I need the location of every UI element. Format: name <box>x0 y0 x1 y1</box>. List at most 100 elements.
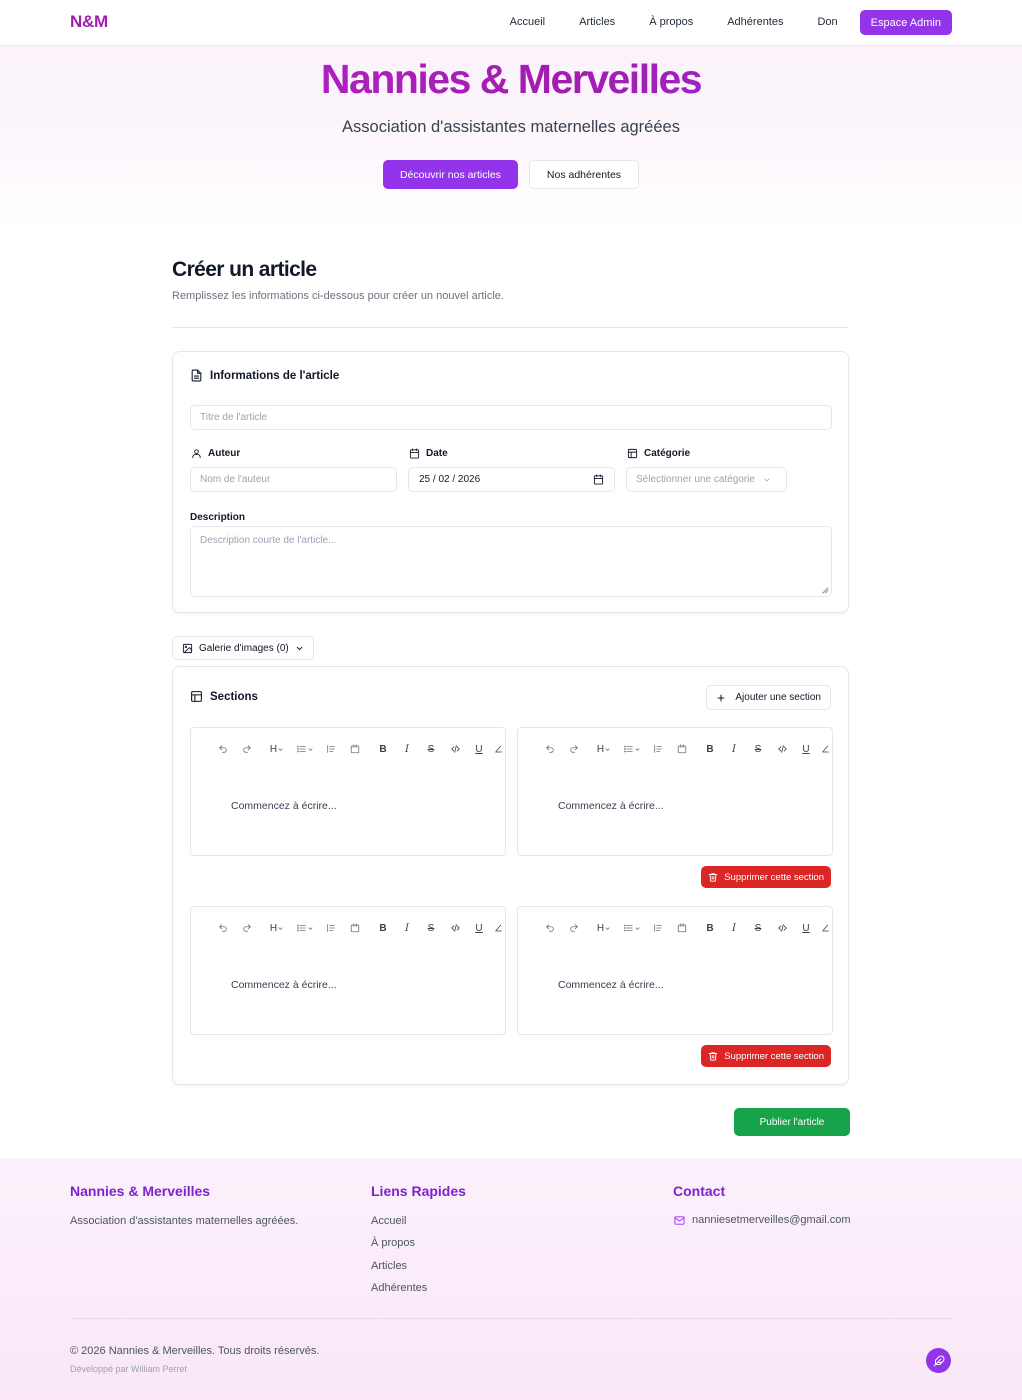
nav-link-articles[interactable]: Articles <box>579 10 615 35</box>
blockquote-icon[interactable] <box>646 742 670 756</box>
underline-button[interactable]: U <box>794 742 818 756</box>
floating-action-button[interactable] <box>926 1348 951 1373</box>
section-editor[interactable]: H B I S U Commencez à écrire... <box>517 906 833 1035</box>
description-placeholder: Description courte de l'article... <box>200 535 337 546</box>
date-label: Date <box>409 448 448 459</box>
title-input-placeholder: Titre de l'article <box>200 412 268 423</box>
italic-button[interactable]: I <box>395 742 419 756</box>
footer-email-link[interactable]: nanniesetmerveilles@gmail.com <box>673 1214 851 1226</box>
strike-button[interactable]: S <box>419 921 443 935</box>
undo-icon[interactable] <box>211 742 235 756</box>
list-dropdown-icon[interactable] <box>618 921 646 935</box>
code-icon[interactable] <box>443 742 467 756</box>
delete-section-button[interactable]: Supprimer cette section <box>701 1045 831 1067</box>
footer-contact-title: Contact <box>673 1183 726 1199</box>
author-input[interactable]: Nom de l'auteur <box>190 467 397 492</box>
author-label-text: Auteur <box>208 448 241 459</box>
description-textarea[interactable]: Description courte de l'article... <box>190 526 832 597</box>
divider <box>172 327 849 328</box>
article-info-heading: Informations de l'article <box>190 369 339 382</box>
footer-copyright: © 2026 Nannies & Merveilles. Tous droits… <box>70 1345 320 1357</box>
heading-dropdown[interactable]: H <box>590 742 618 756</box>
feather-icon <box>933 1355 945 1367</box>
nav-link-a-propos[interactable]: À propos <box>649 10 693 35</box>
list-dropdown-icon[interactable] <box>291 742 319 756</box>
highlighter-icon[interactable] <box>818 742 832 756</box>
bold-button[interactable]: B <box>698 921 722 935</box>
code-icon[interactable] <box>443 921 467 935</box>
nav-link-adherentes[interactable]: Adhérentes <box>727 10 783 35</box>
underline-button[interactable]: U <box>794 921 818 935</box>
highlighter-icon[interactable] <box>491 921 505 935</box>
page-title: Créer un article <box>172 258 317 281</box>
list-dropdown-icon[interactable] <box>618 742 646 756</box>
bold-button[interactable]: B <box>371 742 395 756</box>
section-editor[interactable]: H B I S U Commencez à écrire... <box>190 906 506 1035</box>
footer-divider <box>70 1318 952 1319</box>
heading-dropdown[interactable]: H <box>590 921 618 935</box>
delete-section-button[interactable]: Supprimer cette section <box>701 866 831 888</box>
heading-dropdown[interactable]: H <box>263 921 291 935</box>
section-editor[interactable]: H B I S U Commencez à écrire... <box>190 727 506 856</box>
gallery-label: Galerie d'images (0) <box>199 642 289 654</box>
gallery-toggle[interactable]: Galerie d'images (0) <box>172 636 314 660</box>
editor-placeholder: Commencez à écrire... <box>558 979 664 991</box>
italic-button[interactable]: I <box>722 921 746 935</box>
footer-link-accueil[interactable]: Accueil <box>371 1215 406 1227</box>
hero-section: Nannies & Merveilles Association d'assis… <box>0 46 1022 226</box>
underline-button[interactable]: U <box>467 742 491 756</box>
nav-link-don[interactable]: Don <box>817 10 837 35</box>
footer-brand-title: Nannies & Merveilles <box>70 1183 211 1199</box>
title-input[interactable]: Titre de l'article <box>190 405 832 430</box>
blockquote-icon[interactable] <box>319 742 343 756</box>
redo-icon[interactable] <box>235 742 259 756</box>
footer-link-articles[interactable]: Articles <box>371 1260 407 1272</box>
code-block-icon[interactable] <box>343 742 367 756</box>
calendar-picker-icon[interactable] <box>593 474 604 485</box>
section-editor[interactable]: H B I S U Commencez à écrire... <box>517 727 833 856</box>
strike-button[interactable]: S <box>419 742 443 756</box>
heading-dropdown[interactable]: H <box>263 742 291 756</box>
plus-icon <box>716 693 726 703</box>
blockquote-icon[interactable] <box>646 921 670 935</box>
code-icon[interactable] <box>770 742 794 756</box>
logo[interactable]: N&M <box>70 12 108 32</box>
undo-icon[interactable] <box>538 921 562 935</box>
highlighter-icon[interactable] <box>491 742 505 756</box>
footer-link-adherentes[interactable]: Adhérentes <box>371 1282 427 1294</box>
category-select[interactable]: Sélectionner une catégorie <box>626 467 787 492</box>
underline-button[interactable]: U <box>467 921 491 935</box>
nav-link-accueil[interactable]: Accueil <box>510 10 545 35</box>
footer: Nannies & Merveilles Association d'assis… <box>0 1158 1022 1400</box>
code-block-icon[interactable] <box>343 921 367 935</box>
chevron-down-icon <box>295 644 304 653</box>
blockquote-icon[interactable] <box>319 921 343 935</box>
highlighter-icon[interactable] <box>818 921 832 935</box>
undo-icon[interactable] <box>538 742 562 756</box>
strike-button[interactable]: S <box>746 742 770 756</box>
italic-button[interactable]: I <box>722 742 746 756</box>
resize-handle-icon[interactable] <box>821 586 829 594</box>
bold-button[interactable]: B <box>698 742 722 756</box>
bold-button[interactable]: B <box>371 921 395 935</box>
members-button[interactable]: Nos adhérentes <box>528 160 640 189</box>
undo-icon[interactable] <box>211 921 235 935</box>
discover-articles-button[interactable]: Découvrir nos articles <box>382 160 518 189</box>
code-block-icon[interactable] <box>670 921 694 935</box>
list-dropdown-icon[interactable] <box>291 921 319 935</box>
redo-icon[interactable] <box>562 742 586 756</box>
hero-buttons: Découvrir nos articles Nos adhérentes <box>0 160 1022 189</box>
admin-button[interactable]: Espace Admin <box>859 10 952 35</box>
redo-icon[interactable] <box>235 921 259 935</box>
italic-button[interactable]: I <box>395 921 419 935</box>
code-block-icon[interactable] <box>670 742 694 756</box>
page-subtitle: Remplissez les informations ci-dessous p… <box>172 290 504 302</box>
strike-button[interactable]: S <box>746 921 770 935</box>
date-input[interactable]: 25 / 02 / 2026 <box>408 467 615 492</box>
publish-article-button[interactable]: Publier l'article <box>734 1108 850 1136</box>
footer-link-a-propos[interactable]: À propos <box>371 1237 415 1249</box>
code-icon[interactable] <box>770 921 794 935</box>
redo-icon[interactable] <box>562 921 586 935</box>
add-section-button[interactable]: Ajouter une section <box>706 685 831 710</box>
calendar-icon <box>409 448 420 459</box>
